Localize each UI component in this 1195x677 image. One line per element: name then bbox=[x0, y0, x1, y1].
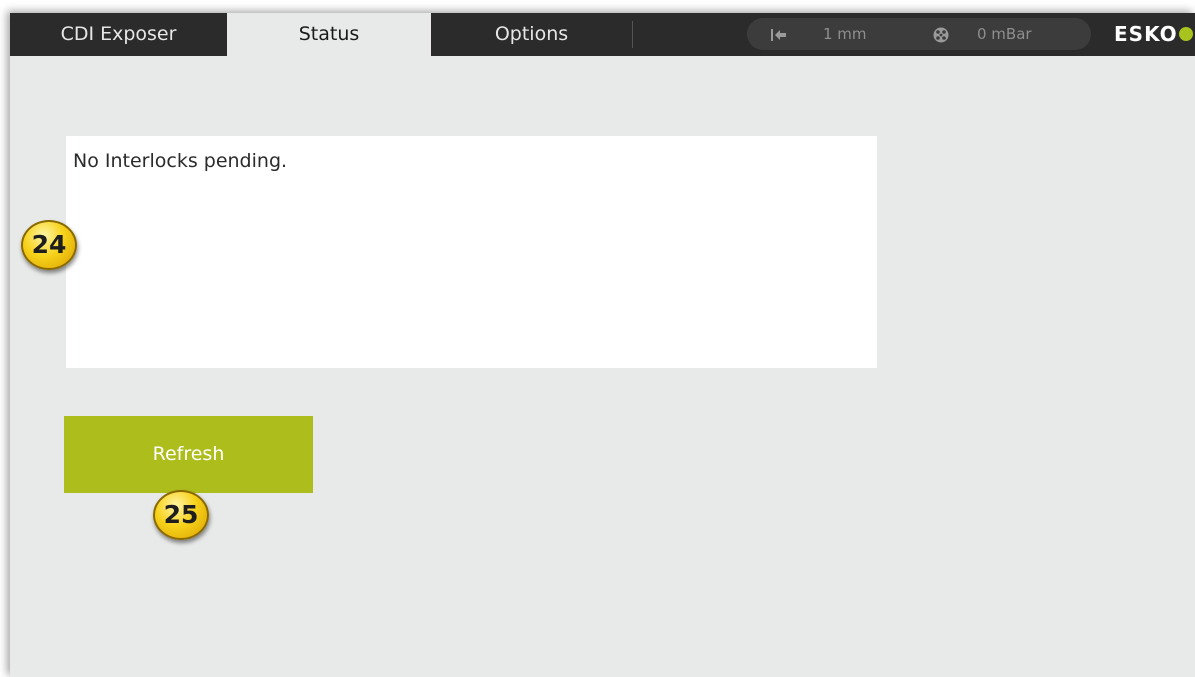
tab-cdi-exposer[interactable]: CDI Exposer bbox=[10, 13, 227, 56]
tab-options[interactable]: Options bbox=[431, 13, 632, 56]
vacuum-fan-icon bbox=[933, 18, 949, 50]
callout-badge-25: 25 bbox=[153, 490, 209, 540]
esko-logo: ESKO bbox=[1114, 13, 1193, 56]
arrow-to-start-icon bbox=[771, 18, 787, 50]
esko-dot-icon bbox=[1178, 26, 1193, 41]
interlock-message: No Interlocks pending. bbox=[73, 150, 288, 172]
app-window: CDI Exposer Status Options 1 mm 0 mBar E… bbox=[10, 13, 1195, 677]
tab-divider bbox=[632, 21, 633, 48]
interlock-status-panel: No Interlocks pending. bbox=[66, 136, 877, 368]
vacuum-readout: 0 mBar bbox=[977, 25, 1032, 43]
position-readout: 1 mm bbox=[823, 25, 867, 43]
callout-badge-24: 24 bbox=[21, 220, 77, 270]
tab-status[interactable]: Status bbox=[227, 13, 431, 56]
logo-text: ESKO bbox=[1114, 22, 1178, 46]
refresh-button[interactable]: Refresh bbox=[64, 416, 313, 493]
machine-status-pill: 1 mm 0 mBar bbox=[747, 18, 1091, 50]
top-navigation-bar: CDI Exposer Status Options 1 mm 0 mBar E… bbox=[10, 13, 1195, 56]
